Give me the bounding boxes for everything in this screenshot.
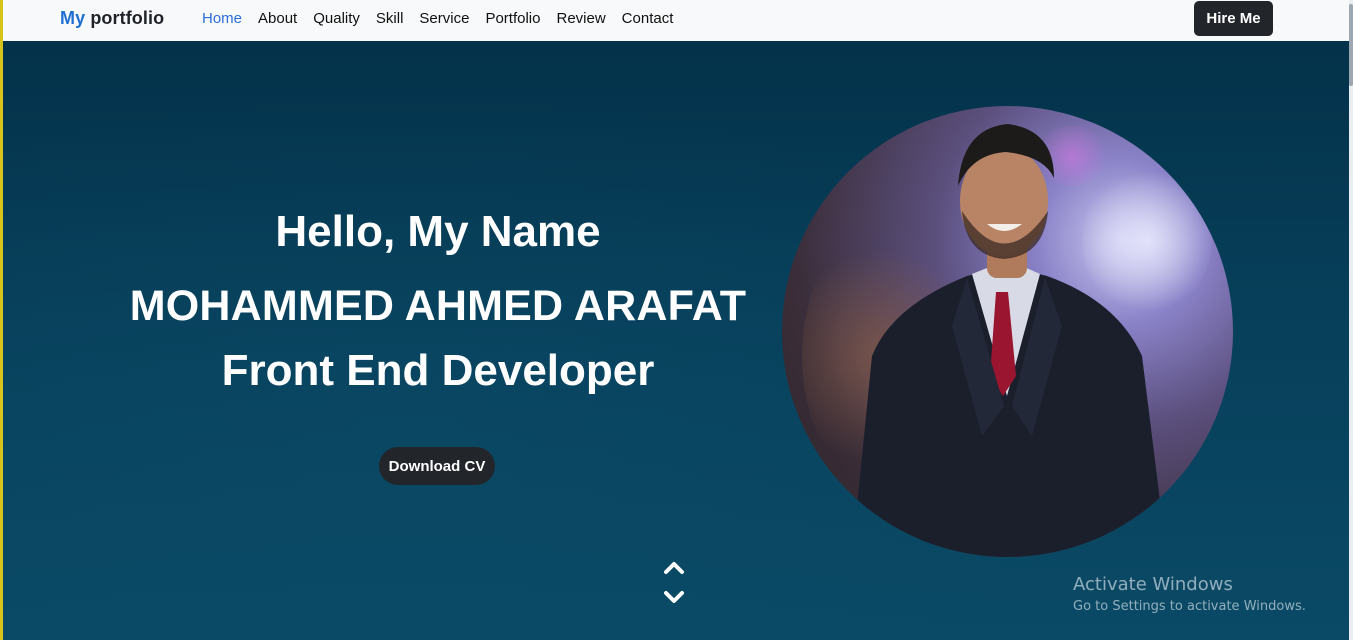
chevron-up-down-icon (664, 562, 684, 603)
scrollbar-thumb[interactable] (1349, 4, 1353, 86)
nav-link-portfolio[interactable]: Portfolio (485, 10, 540, 27)
activate-windows-watermark: Activate Windows Go to Settings to activ… (1073, 574, 1306, 614)
nav-link-contact[interactable]: Contact (622, 10, 674, 27)
window-frame-left (0, 0, 3, 640)
nav-link-skill[interactable]: Skill (376, 10, 404, 27)
nav-link-review[interactable]: Review (556, 10, 605, 27)
brand-logo[interactable]: My portfolio (60, 8, 164, 29)
hero-name: MOHAMMED AHMED ARAFAT (129, 282, 747, 330)
hero-section: Hello, My Name MOHAMMED AHMED ARAFAT Fro… (3, 41, 1349, 640)
navbar: My portfolio Home About Quality Skill Se… (3, 0, 1349, 41)
download-cv-button[interactable]: Download CV (379, 447, 495, 485)
scroll-toggle[interactable] (661, 556, 687, 608)
nav-link-about[interactable]: About (258, 10, 297, 27)
hero-greeting: Hello, My Name (275, 207, 601, 256)
person-figure (852, 124, 1167, 557)
brand-rest: portfolio (90, 8, 165, 28)
page-scrollbar[interactable] (1349, 0, 1353, 640)
profile-photo (782, 106, 1233, 557)
nav-link-home[interactable]: Home (202, 10, 242, 27)
nav-link-quality[interactable]: Quality (313, 10, 360, 27)
hero-role: Front End Developer (221, 346, 655, 395)
hire-me-button[interactable]: Hire Me (1194, 1, 1273, 36)
watermark-title: Activate Windows (1073, 574, 1233, 595)
nav-link-service[interactable]: Service (419, 10, 469, 27)
nav-links: Home About Quality Skill Service Portfol… (202, 10, 689, 27)
watermark-subtitle: Go to Settings to activate Windows. (1073, 599, 1306, 614)
brand-accent: My (60, 8, 86, 28)
